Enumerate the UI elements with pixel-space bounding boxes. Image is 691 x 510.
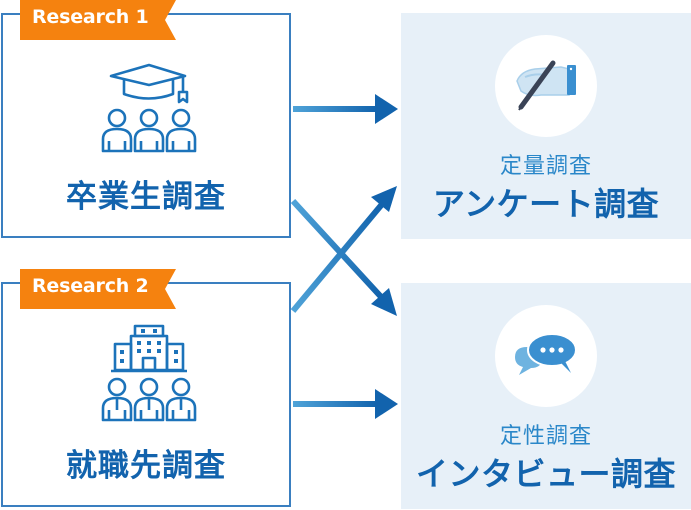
survey-writing-icon (516, 60, 576, 111)
research-1-tag-label: Research 1 (32, 6, 149, 28)
interview-method-title: インタビュー調査 (415, 455, 676, 493)
interview-method-box: 定性調査 インタビュー調査 (401, 283, 691, 509)
research-2-title: 就職先調査 (66, 448, 226, 484)
survey-method-box: 定量調査 アンケート調査 (401, 13, 691, 239)
research-2-tag: Research 2 (20, 269, 176, 309)
research-2-box: 就職先調査 (1, 282, 291, 507)
arrow-research2-to-survey (290, 186, 397, 313)
arrow-research1-to-survey (293, 94, 398, 124)
survey-icon-circle (495, 35, 597, 137)
research-1-tag: Research 1 (20, 0, 176, 40)
interview-method-subtitle: 定性調査 (499, 424, 592, 449)
speech-bubbles-icon (515, 333, 577, 375)
interview-icon-circle (495, 305, 597, 407)
research-2-tag-label: Research 2 (32, 275, 149, 297)
survey-method-title: アンケート調査 (432, 185, 660, 223)
arrow-research2-to-interview (293, 389, 398, 419)
survey-method-subtitle: 定量調査 (499, 154, 592, 179)
research-1-title: 卒業生調査 (66, 179, 226, 215)
graduates-icon (97, 63, 201, 163)
employers-icon (97, 324, 201, 424)
arrow-research1-to-interview (290, 198, 397, 316)
research-1-box: 卒業生調査 (1, 13, 291, 238)
